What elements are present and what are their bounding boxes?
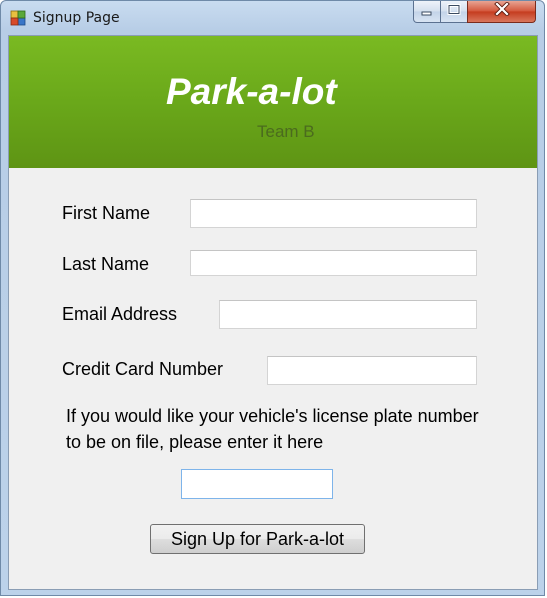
windows-form-icon bbox=[10, 10, 26, 26]
team-subtitle: Team B bbox=[257, 122, 315, 141]
close-icon bbox=[493, 1, 510, 21]
close-button[interactable] bbox=[467, 1, 536, 23]
first-name-label: First Name bbox=[62, 203, 151, 223]
credit-card-field[interactable] bbox=[267, 356, 477, 385]
last-name-field[interactable] bbox=[190, 250, 477, 276]
window-title: Signup Page bbox=[33, 10, 120, 26]
maximize-icon bbox=[447, 3, 461, 21]
email-label: Email Address bbox=[62, 304, 178, 324]
first-name-field[interactable] bbox=[190, 199, 477, 228]
minimize-button[interactable] bbox=[413, 1, 441, 23]
license-plate-field[interactable] bbox=[181, 469, 333, 499]
last-name-label: Last Name bbox=[62, 254, 150, 274]
credit-card-label: Credit Card Number bbox=[62, 359, 224, 379]
maximize-button[interactable] bbox=[440, 1, 468, 23]
signup-window: Signup Page Park-a-lot Team B First Name… bbox=[0, 0, 545, 596]
header-banner: Park-a-lot Team B bbox=[9, 36, 537, 168]
email-field[interactable] bbox=[219, 300, 477, 329]
sign-up-button[interactable]: Sign Up for Park-a-lot bbox=[150, 524, 365, 554]
license-plate-instructions: If you would like your vehicle's license… bbox=[66, 406, 479, 452]
minimize-icon bbox=[421, 3, 433, 21]
title-bar[interactable]: Signup Page bbox=[1, 1, 544, 35]
app-title: Park-a-lot bbox=[166, 71, 337, 112]
form-client-area: Park-a-lot Team B First Name Last Name E… bbox=[8, 35, 538, 590]
